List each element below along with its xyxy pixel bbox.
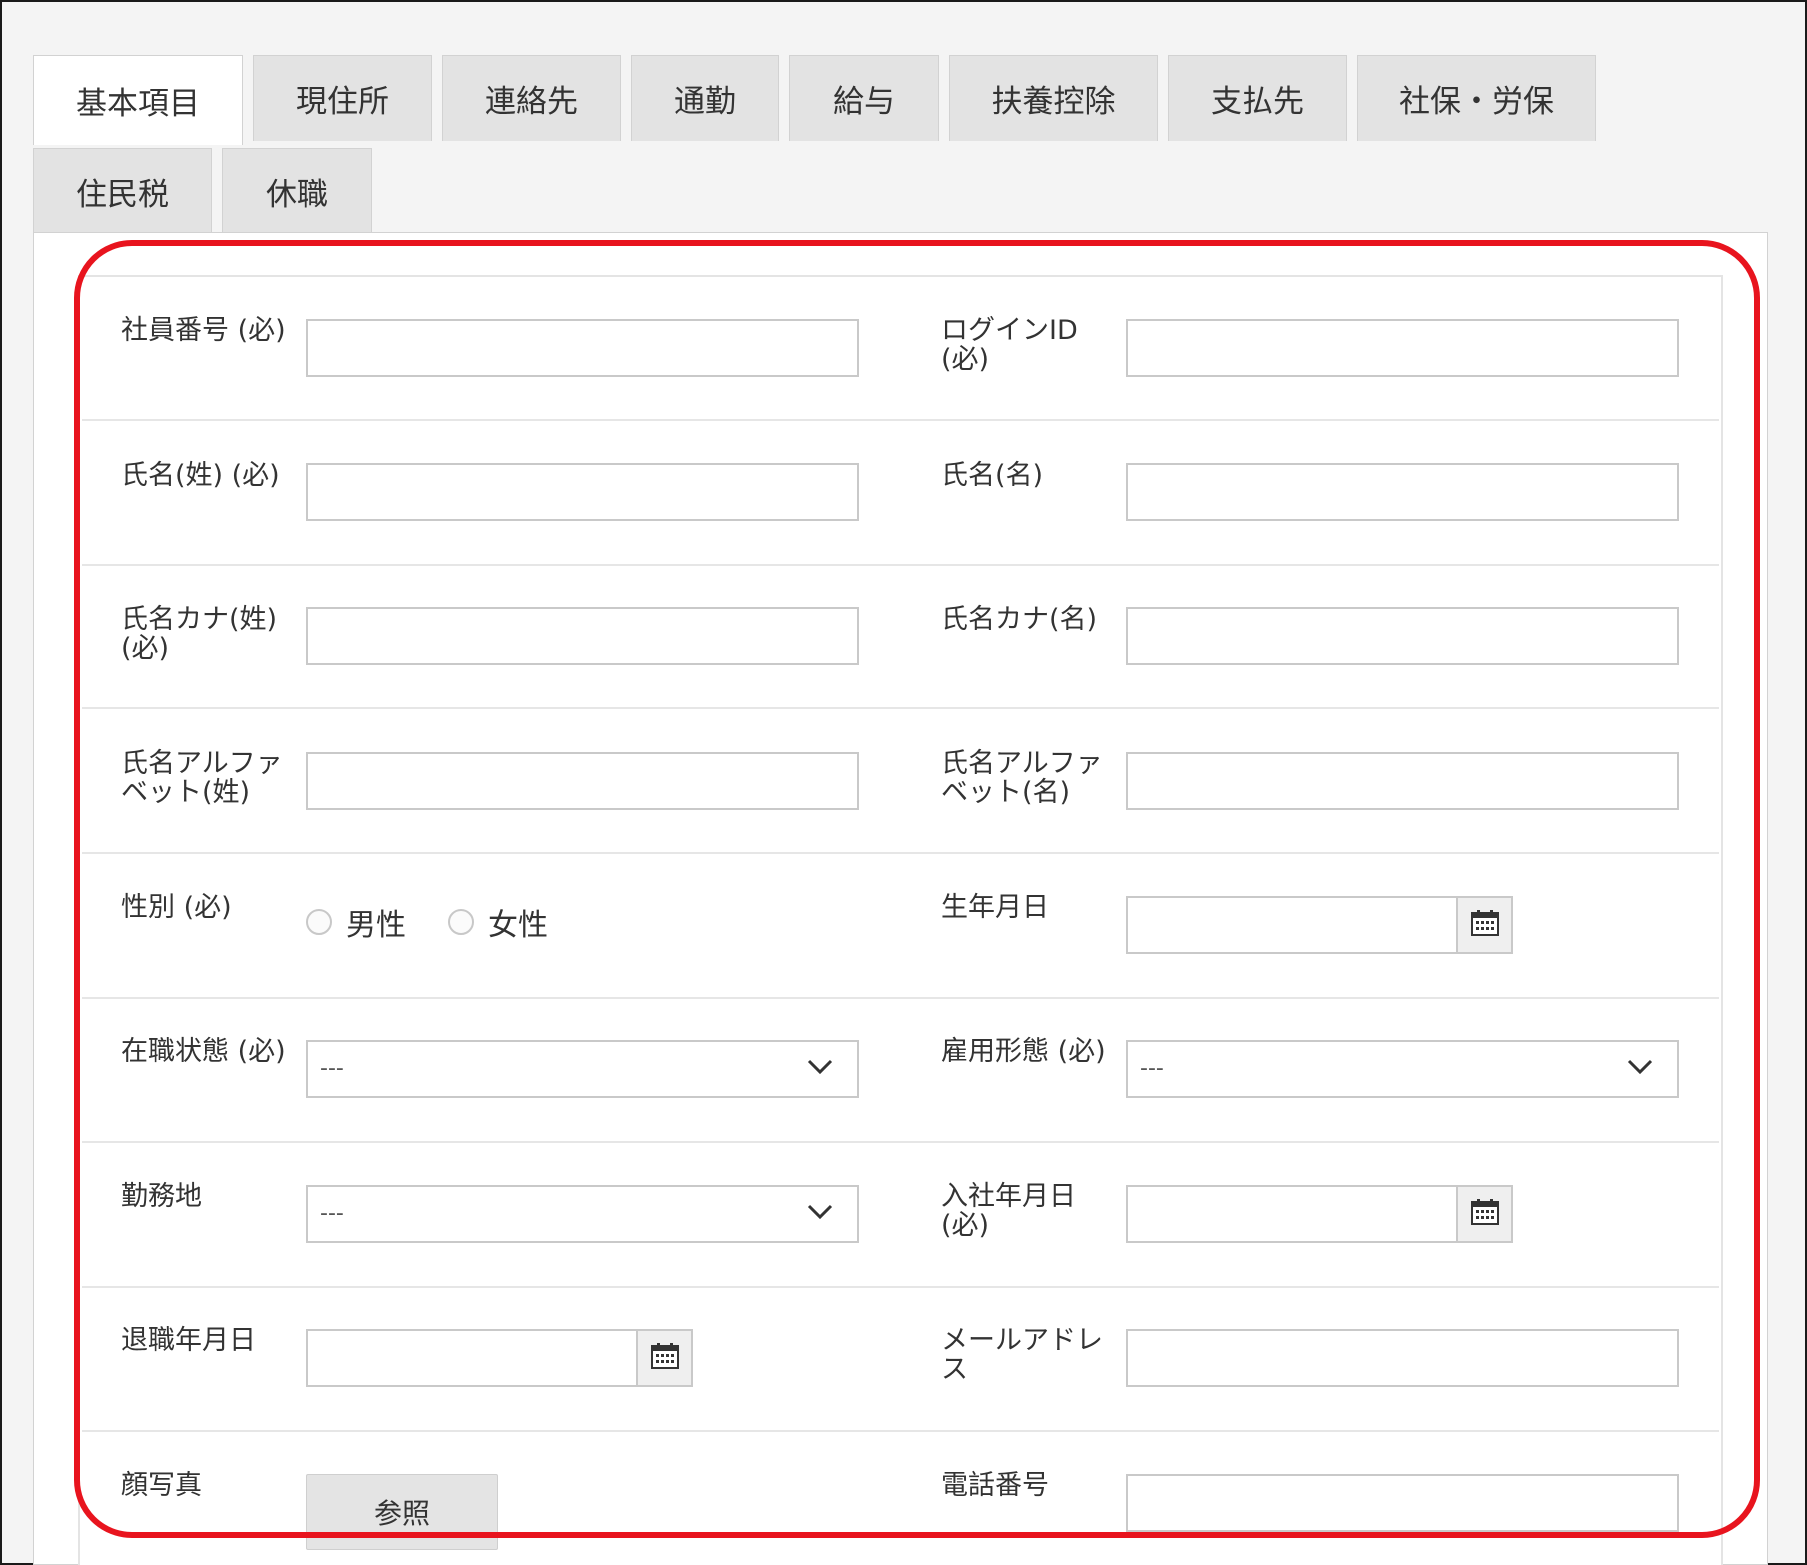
birthdate-calendar-button[interactable]	[1457, 896, 1513, 954]
chevron-down-icon	[807, 1058, 833, 1080]
first-name-alpha-input[interactable]	[1126, 752, 1679, 810]
radio-button-male[interactable]	[306, 909, 332, 935]
employment-status-select[interactable]: ---	[306, 1040, 859, 1098]
employment-status-value: ---	[320, 1056, 344, 1081]
retirement-date-calendar-button[interactable]	[637, 1329, 693, 1387]
row-divider	[82, 852, 1719, 854]
employment-status-label: 在職状態 (必)	[121, 1036, 286, 1067]
row-divider	[82, 564, 1719, 566]
tab-salary[interactable]: 給与	[789, 55, 939, 141]
hire-date-label: 入社年月日 (必)	[941, 1181, 1076, 1241]
phone-label: 電話番号	[941, 1470, 1049, 1501]
row-divider	[82, 1141, 1719, 1143]
first-name-alpha-label: 氏名アルファ ベット(名)	[941, 748, 1103, 808]
retirement-date-input[interactable]	[306, 1329, 638, 1387]
hire-date-calendar-button[interactable]	[1457, 1185, 1513, 1243]
tab-commute[interactable]: 通勤	[631, 55, 779, 141]
chevron-down-icon	[807, 1203, 833, 1225]
work-location-label: 勤務地	[121, 1181, 202, 1212]
radio-button-female[interactable]	[448, 909, 474, 935]
row-divider	[82, 997, 1719, 999]
browse-photo-button[interactable]: 参照	[306, 1474, 498, 1550]
last-name-kana-input[interactable]	[306, 607, 859, 665]
email-input[interactable]	[1126, 1329, 1679, 1387]
gender-male-label: 男性	[346, 908, 406, 943]
hire-date-input[interactable]	[1126, 1185, 1458, 1243]
email-label: メールアドレ ス	[941, 1325, 1103, 1385]
last-name-alpha-input[interactable]	[306, 752, 859, 810]
last-name-kana-label: 氏名カナ(姓) (必)	[121, 604, 278, 664]
tab-basic-items[interactable]: 基本項目	[33, 55, 243, 145]
gender-female-label: 女性	[488, 908, 548, 943]
tab-leave[interactable]: 休職	[222, 148, 372, 234]
tab-contact[interactable]: 連絡先	[442, 55, 621, 141]
tab-current-address[interactable]: 現住所	[253, 55, 432, 141]
last-name-input[interactable]	[306, 463, 859, 521]
row-divider	[82, 419, 1719, 421]
tab-resident-tax[interactable]: 住民税	[33, 148, 212, 234]
employment-type-label: 雇用形態 (必)	[941, 1036, 1106, 1067]
calendar-icon	[1470, 909, 1500, 941]
employee-id-input[interactable]	[306, 319, 859, 377]
gender-label: 性別 (必)	[121, 892, 232, 923]
birthdate-label: 生年月日	[941, 892, 1049, 923]
photo-label: 顔写真	[121, 1470, 202, 1501]
birthdate-input[interactable]	[1126, 896, 1458, 954]
first-name-kana-input[interactable]	[1126, 607, 1679, 665]
tab-dependent-deduction[interactable]: 扶養控除	[949, 55, 1158, 141]
calendar-icon	[650, 1342, 680, 1374]
calendar-icon	[1470, 1198, 1500, 1230]
gender-male-option[interactable]: 男性	[306, 900, 406, 944]
retirement-date-label: 退職年月日	[121, 1325, 256, 1356]
work-location-select[interactable]: ---	[306, 1185, 859, 1243]
employee-id-label: 社員番号 (必)	[121, 315, 286, 346]
employment-type-value: ---	[1140, 1056, 1164, 1081]
first-name-label: 氏名(名)	[941, 460, 1044, 491]
phone-input[interactable]	[1126, 1474, 1679, 1532]
login-id-label: ログインID (必)	[941, 315, 1078, 375]
tab-payee[interactable]: 支払先	[1168, 55, 1347, 141]
first-name-input[interactable]	[1126, 463, 1679, 521]
row-divider	[82, 1286, 1719, 1288]
row-divider	[82, 1430, 1719, 1432]
gender-female-option[interactable]: 女性	[448, 900, 548, 944]
last-name-alpha-label: 氏名アルファ ベット(姓)	[121, 748, 283, 808]
work-location-value: ---	[320, 1201, 344, 1226]
employment-type-select[interactable]: ---	[1126, 1040, 1679, 1098]
first-name-kana-label: 氏名カナ(名)	[941, 604, 1098, 635]
last-name-label: 氏名(姓) (必)	[121, 460, 280, 491]
login-id-input[interactable]	[1126, 319, 1679, 377]
chevron-down-icon	[1627, 1058, 1653, 1080]
row-divider	[82, 707, 1719, 709]
tab-social-labor-insurance[interactable]: 社保・労保	[1357, 55, 1596, 141]
gender-radio-group: 男性 女性	[306, 900, 590, 944]
